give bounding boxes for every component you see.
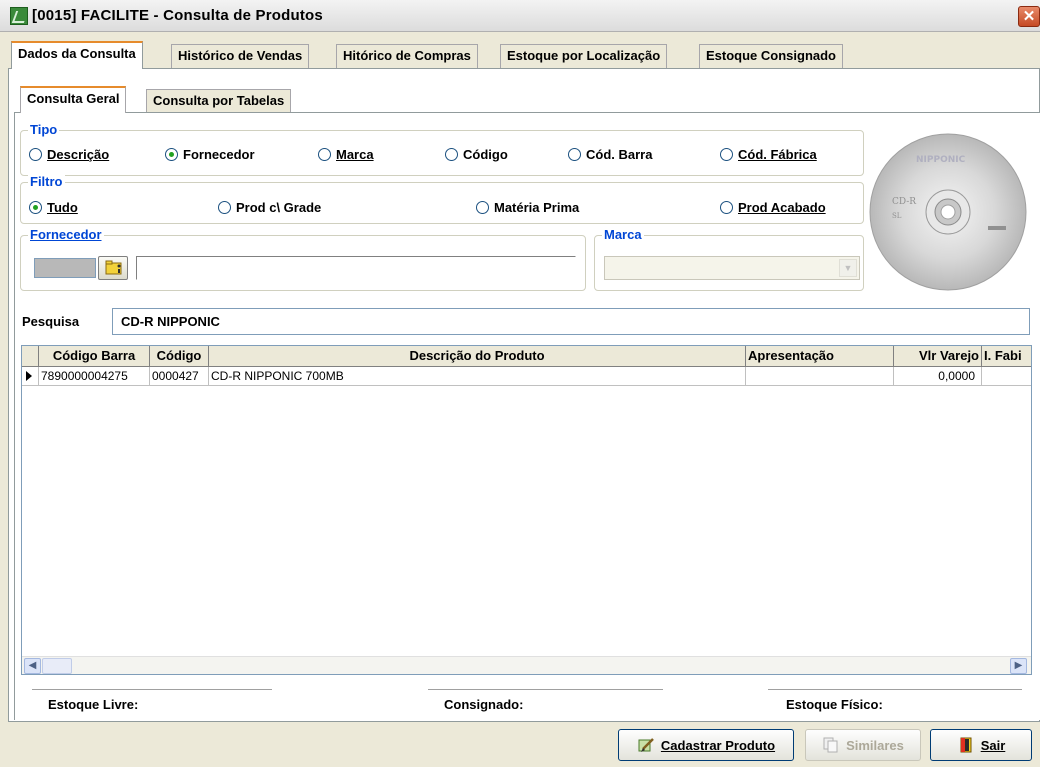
search-input[interactable]: CD-R NIPPONIC	[112, 308, 1030, 335]
app-icon	[10, 7, 28, 25]
fornecedor-code-input[interactable]	[34, 258, 96, 278]
column-header-apresentacao[interactable]: Apresentação	[746, 346, 894, 367]
products-grid[interactable]: Código Barra Código Descrição do Produto…	[21, 345, 1032, 675]
table-cell[interactable]: CD-R NIPPONIC 700MB	[209, 367, 746, 386]
scroll-right-icon[interactable]: ▶	[1010, 658, 1027, 674]
radio-materia-prima[interactable]: Matéria Prima	[476, 200, 579, 215]
radio-icon	[476, 201, 489, 214]
divider	[768, 689, 1022, 691]
similar-documents-icon	[823, 737, 838, 753]
close-button[interactable]: ✕	[1018, 6, 1040, 27]
subtab-consulta-por-tabelas[interactable]: Consulta por Tabelas	[146, 89, 292, 112]
column-header-codigo-barra[interactable]: Código Barra	[39, 346, 150, 367]
horizontal-scrollbar[interactable]: ◀ ▶	[22, 656, 1031, 674]
radio-prod-acabado[interactable]: Prod Acabado	[720, 200, 826, 215]
subtab-consulta-geral[interactable]: Consulta Geral	[20, 86, 127, 113]
column-header-codigo[interactable]: Código	[150, 346, 209, 367]
exit-door-icon	[960, 737, 972, 753]
radio-icon	[318, 148, 331, 161]
cadastrar-produto-button[interactable]: Cadastrar Produto	[618, 729, 794, 761]
window-title: [0015] FACILITE - Consulta de Produtos	[32, 7, 323, 24]
scrollbar-thumb[interactable]	[42, 658, 72, 674]
tipo-title: Tipo	[28, 122, 60, 137]
sair-button[interactable]: Sair	[930, 729, 1032, 761]
svg-text:SL: SL	[892, 212, 902, 220]
radio-checked-icon	[165, 148, 178, 161]
svg-text:CD-R: CD-R	[892, 197, 916, 207]
folder-lookup-button[interactable]	[98, 256, 128, 280]
product-image: NIPPONIC CD-R SL	[868, 122, 1028, 292]
divider	[32, 689, 272, 691]
table-cell[interactable]	[982, 367, 1031, 386]
radio-checked-icon	[29, 201, 42, 214]
radio-fornecedor[interactable]: Fornecedor	[165, 147, 255, 162]
radio-prod-grade[interactable]: Prod c\ Grade	[218, 200, 321, 215]
tab-historico-de-vendas[interactable]: Histórico de Vendas	[171, 44, 310, 68]
table-cell[interactable]: 0000427	[150, 367, 209, 386]
table-cell[interactable]: 0,0000	[894, 367, 982, 386]
tab-dados-da-consulta[interactable]: Dados da Consulta	[11, 41, 143, 69]
marca-select[interactable]: ▼	[604, 256, 860, 280]
table-row[interactable]: 7890000004275	[39, 367, 150, 386]
radio-icon	[218, 201, 231, 214]
chevron-down-icon[interactable]: ▼	[839, 259, 857, 277]
column-header-fab[interactable]: I. Fabi	[982, 346, 1031, 367]
radio-marca[interactable]: Marca	[318, 147, 374, 162]
row-pointer-icon	[26, 371, 32, 381]
pesquisa-label: Pesquisa	[22, 314, 80, 329]
edit-product-icon	[638, 738, 654, 752]
consignado-label: Consignado:	[444, 697, 524, 712]
column-header-vlr-varejo[interactable]: Vlr Varejo	[894, 346, 982, 367]
filtro-title: Filtro	[28, 174, 65, 189]
estoque-fisico-label: Estoque Físico:	[786, 697, 883, 712]
title-bar: [0015] FACILITE - Consulta de Produtos ✕	[0, 0, 1040, 32]
svg-text:NIPPONIC: NIPPONIC	[916, 155, 966, 165]
radio-codigo[interactable]: Código	[445, 147, 508, 162]
marca-title: Marca	[602, 227, 644, 242]
folder-search-icon	[105, 260, 122, 275]
tab-historico-de-compras[interactable]: Hitórico de Compras	[336, 44, 478, 68]
row-indicator-header	[22, 346, 39, 367]
radio-icon	[445, 148, 458, 161]
radio-icon	[720, 148, 733, 161]
estoque-livre-label: Estoque Livre:	[48, 697, 139, 712]
row-indicator	[22, 367, 39, 386]
radio-icon	[720, 201, 733, 214]
scroll-left-icon[interactable]: ◀	[24, 658, 41, 674]
radio-cod-fabrica[interactable]: Cód. Fábrica	[720, 147, 817, 162]
similares-button[interactable]: Similares	[805, 729, 921, 761]
divider	[428, 689, 663, 691]
fornecedor-title: Fornecedor	[28, 227, 104, 242]
tab-estoque-por-localizacao[interactable]: Estoque por Localização	[500, 44, 668, 68]
fornecedor-name-input[interactable]	[136, 256, 576, 280]
tab-estoque-consignado[interactable]: Estoque Consignado	[699, 44, 843, 68]
cd-disc-icon: NIPPONIC CD-R SL	[869, 133, 1027, 291]
radio-icon	[29, 148, 42, 161]
radio-cod-barra[interactable]: Cód. Barra	[568, 147, 652, 162]
radio-descricao[interactable]: Descrição	[29, 147, 109, 162]
radio-icon	[568, 148, 581, 161]
table-cell[interactable]	[746, 367, 894, 386]
column-header-descricao[interactable]: Descrição do Produto	[209, 346, 746, 367]
radio-tudo[interactable]: Tudo	[29, 200, 78, 215]
